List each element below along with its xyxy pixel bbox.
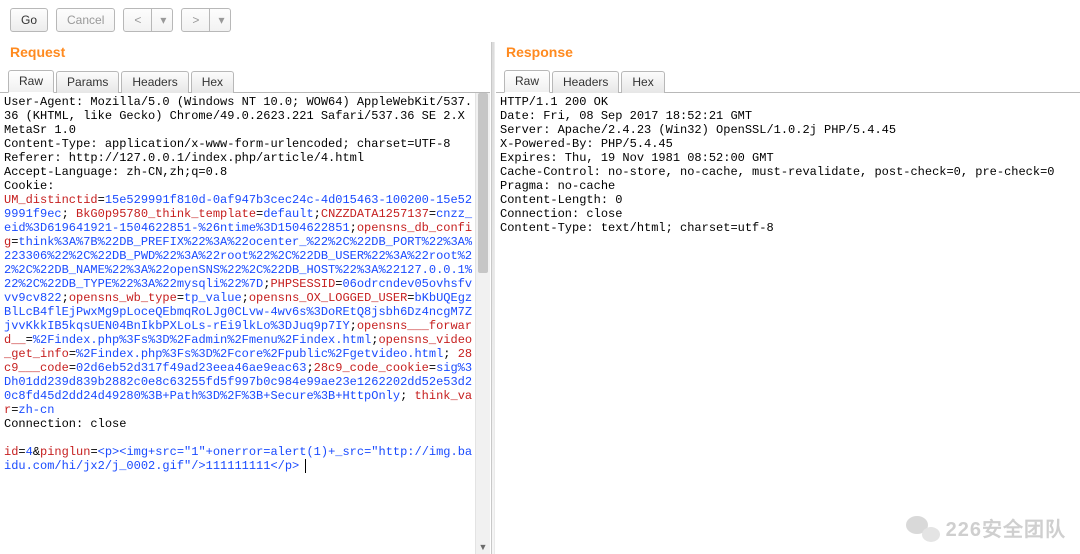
response-content-wrap: HTTP/1.1 200 OK Date: Fri, 08 Sep 2017 1… [496, 93, 1080, 554]
request-tabs: Raw Params Headers Hex [0, 68, 490, 93]
prev-button[interactable]: < [123, 8, 152, 32]
response-panel: Response Raw Headers Hex HTTP/1.1 200 OK… [496, 42, 1080, 554]
tab-hex[interactable]: Hex [621, 71, 664, 93]
request-raw-editor[interactable]: User-Agent: Mozilla/5.0 (Windows NT 10.0… [0, 93, 490, 554]
tab-headers[interactable]: Headers [552, 71, 619, 93]
scroll-down-icon[interactable]: ▼ [476, 540, 490, 554]
go-button[interactable]: Go [10, 8, 48, 32]
panels: Request Raw Params Headers Hex User-Agen… [0, 42, 1080, 554]
response-title: Response [496, 42, 1080, 68]
request-title: Request [0, 42, 490, 68]
next-button-group: > ▾ [181, 8, 231, 32]
request-content-wrap: User-Agent: Mozilla/5.0 (Windows NT 10.0… [0, 93, 490, 554]
tab-raw[interactable]: Raw [504, 70, 550, 93]
prev-dropdown[interactable]: ▾ [152, 8, 173, 32]
cancel-button[interactable]: Cancel [56, 8, 115, 32]
next-button[interactable]: > [181, 8, 210, 32]
tab-hex[interactable]: Hex [191, 71, 234, 93]
next-dropdown[interactable]: ▾ [210, 8, 231, 32]
response-tabs: Raw Headers Hex [496, 68, 1080, 93]
prev-button-group: < ▾ [123, 8, 173, 32]
caret-down-icon: ▾ [218, 13, 224, 27]
scroll-thumb[interactable] [478, 93, 488, 273]
tab-raw[interactable]: Raw [8, 70, 54, 93]
tab-headers[interactable]: Headers [121, 71, 188, 93]
response-raw-viewer[interactable]: HTTP/1.1 200 OK Date: Fri, 08 Sep 2017 1… [496, 93, 1080, 554]
tab-params[interactable]: Params [56, 71, 119, 93]
toolbar: Go Cancel < ▾ > ▾ [0, 0, 1080, 40]
request-panel: Request Raw Params Headers Hex User-Agen… [0, 42, 490, 554]
request-scrollbar[interactable]: ▼ [475, 93, 490, 554]
caret-down-icon: ▾ [160, 13, 166, 27]
